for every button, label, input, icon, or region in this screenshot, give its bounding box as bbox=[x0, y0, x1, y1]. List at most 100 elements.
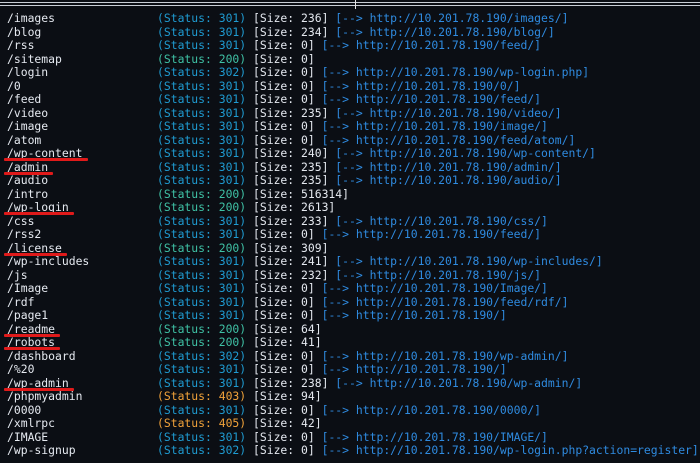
scan-result-line: /dashboard (Status: 302) [Size: 0] [--> ht… bbox=[7, 348, 699, 364]
result-path: /intro bbox=[7, 186, 49, 201]
terminal-window: /images (Status: 301) [Size: 236] [--> htt… bbox=[0, 0, 700, 463]
result-size: [Size: 0] bbox=[253, 132, 315, 147]
result-redirect: [--> http://10.201.78.190/admin/] bbox=[335, 159, 562, 174]
result-path: /video bbox=[7, 105, 49, 120]
result-size: [Size: 0] bbox=[253, 362, 315, 376]
result-size: [Size: 0] bbox=[253, 281, 315, 295]
result-size: [Size: 0] bbox=[253, 429, 315, 444]
result-status: (Status: 301) bbox=[157, 281, 247, 295]
result-status: (Status: 301) bbox=[157, 294, 247, 309]
result-status: (Status: 301) bbox=[157, 227, 247, 241]
scan-result-line: /wp-signup (Status: 302) [Size: 0] [--> ht… bbox=[7, 443, 699, 458]
result-size: [Size: 64] bbox=[253, 321, 322, 336]
result-status: (Status: 301) bbox=[157, 24, 247, 39]
result-size: [Size: 240] bbox=[253, 146, 329, 160]
result-redirect: [--> http://10.201.78.190/wp-admin/] bbox=[321, 348, 569, 363]
result-status: (Status: 301) bbox=[157, 92, 247, 106]
scan-result-line: /login (Status: 302) [Size: 0] [--> http:/… bbox=[7, 65, 699, 80]
result-path: /Image bbox=[7, 281, 49, 295]
scan-result-line: /wp-login (Status: 200) [Size: 2613] bbox=[4, 200, 699, 215]
result-size: [Size: 235] bbox=[253, 159, 329, 174]
scan-result-line: /audio (Status: 301) [Size: 235] [--> http… bbox=[7, 173, 699, 188]
result-size: [Size: 0] bbox=[253, 402, 315, 417]
result-size: [Size: 41] bbox=[253, 335, 322, 349]
result-status: (Status: 302) bbox=[157, 443, 247, 457]
result-redirect: [--> http://10.201.78.190/blog/] bbox=[335, 24, 555, 39]
scan-result-line: /images (Status: 301) [Size: 236] [--> htt… bbox=[7, 11, 699, 26]
result-status: (Status: 301) bbox=[157, 362, 247, 376]
result-path: /images bbox=[7, 11, 56, 25]
result-path: /0 bbox=[7, 78, 21, 93]
result-path: /atom bbox=[7, 132, 42, 147]
result-size: [Size: 0] bbox=[253, 308, 315, 322]
progress-separator bbox=[0, 0, 700, 9]
result-size: [Size: 232] bbox=[253, 267, 329, 282]
result-redirect: [--> http://10.201.78.190/feed/atom/] bbox=[321, 132, 576, 147]
scan-result-line: /wp-content (Status: 301) [Size: 240] [-->… bbox=[4, 146, 699, 161]
scan-result-line: /0 (Status: 301) [Size: 0] [--> http://10.… bbox=[7, 78, 699, 94]
result-size: [Size: 0] bbox=[253, 38, 315, 52]
result-redirect: [--> http://10.201.78.190/wp-login.php] bbox=[321, 65, 590, 79]
result-redirect: [--> http://10.201.78.190/css/] bbox=[335, 213, 548, 228]
result-path: /%20 bbox=[7, 362, 35, 376]
result-status: (Status: 200) bbox=[157, 335, 247, 349]
result-redirect: [--> http://10.201.78.190/] bbox=[321, 362, 507, 376]
result-status: (Status: 301) bbox=[157, 267, 247, 282]
result-path: /image bbox=[7, 119, 49, 133]
result-redirect: [--> http://10.201.78.190/feed/rdf/] bbox=[321, 294, 569, 309]
result-status: (Status: 302) bbox=[157, 65, 247, 79]
result-size: [Size: 0] bbox=[253, 51, 315, 66]
scan-result-line: /image (Status: 301) [Size: 0] [--> http:/… bbox=[7, 119, 699, 134]
separator-tick bbox=[355, 0, 356, 9]
result-size: [Size: 0] bbox=[253, 119, 315, 133]
result-status: (Status: 302) bbox=[157, 348, 247, 363]
result-redirect: [--> http://10.201.78.190/images/] bbox=[335, 11, 569, 25]
result-size: [Size: 233] bbox=[253, 213, 329, 228]
result-size: [Size: 42] bbox=[253, 416, 322, 430]
scan-result-line: /Image (Status: 301) [Size: 0] [--> http:/… bbox=[7, 281, 699, 296]
result-redirect: [--> http://10.201.78.190/feed/] bbox=[321, 227, 542, 241]
result-size: [Size: 516314] bbox=[253, 186, 350, 201]
scan-result-line: /css (Status: 301) [Size: 233] [--> http:/… bbox=[7, 213, 699, 229]
result-size: [Size: 0] bbox=[253, 443, 315, 457]
scan-result-line: /sitemap (Status: 200) [Size: 0] bbox=[7, 51, 699, 67]
result-path: /IMAGE bbox=[7, 429, 49, 444]
result-size: [Size: 0] bbox=[253, 92, 315, 106]
scan-result-line: /%20 (Status: 301) [Size: 0] [--> http://1… bbox=[7, 362, 699, 377]
result-status: (Status: 200) bbox=[157, 321, 247, 336]
result-redirect: [--> http://10.201.78.190/js/] bbox=[335, 267, 542, 282]
result-status: (Status: 301) bbox=[157, 38, 247, 52]
result-redirect: [--> http://10.201.78.190/audio/] bbox=[335, 173, 562, 187]
result-status: (Status: 301) bbox=[157, 402, 247, 417]
result-redirect: [--> http://10.201.78.190/wp-content/] bbox=[335, 146, 596, 160]
result-size: [Size: 0] bbox=[253, 78, 315, 93]
result-redirect: [--> http://10.201.78.190/Image/] bbox=[321, 281, 548, 295]
scan-result-line: /js (Status: 301) [Size: 232] [--> http://… bbox=[7, 267, 699, 283]
result-path: /page1 bbox=[7, 308, 49, 322]
result-redirect: [--> http://10.201.78.190/0/] bbox=[321, 78, 521, 93]
scan-result-line: /xmlrpc (Status: 405) [Size: 42] bbox=[7, 416, 699, 431]
result-status: (Status: 301) bbox=[157, 119, 247, 133]
result-path: /dashboard bbox=[7, 348, 76, 363]
result-redirect: [--> http://10.201.78.190/IMAGE/] bbox=[321, 429, 548, 444]
result-redirect: [--> http://10.201.78.190/] bbox=[321, 308, 507, 322]
result-path: /js bbox=[7, 267, 28, 282]
result-redirect: [--> http://10.201.78.190/wp-admin/] bbox=[335, 375, 583, 390]
scan-result-line: /atom (Status: 301) [Size: 0] [--> http://… bbox=[7, 132, 699, 148]
result-path: /xmlrpc bbox=[7, 416, 56, 430]
scan-result-line: /wp-admin (Status: 301) [Size: 238] [--> h… bbox=[4, 375, 699, 391]
result-path: /rdf bbox=[7, 294, 35, 309]
result-path: /blog bbox=[7, 24, 42, 39]
scan-result-line: /phpmyadmin (Status: 403) [Size: 94] bbox=[7, 389, 699, 404]
result-size: [Size: 241] bbox=[253, 254, 329, 268]
result-path: /audio bbox=[7, 173, 49, 187]
result-path: /wp-signup bbox=[7, 443, 76, 457]
result-status: (Status: 405) bbox=[157, 416, 247, 430]
scan-result-line: /license (Status: 200) [Size: 309] bbox=[4, 241, 699, 256]
result-size: [Size: 0] bbox=[253, 294, 315, 309]
result-size: [Size: 235] bbox=[253, 173, 329, 187]
result-status: (Status: 301) bbox=[157, 159, 247, 174]
separator-rule bbox=[0, 2, 700, 3]
result-path: /rss2 bbox=[7, 227, 42, 241]
result-status: (Status: 301) bbox=[157, 132, 247, 147]
